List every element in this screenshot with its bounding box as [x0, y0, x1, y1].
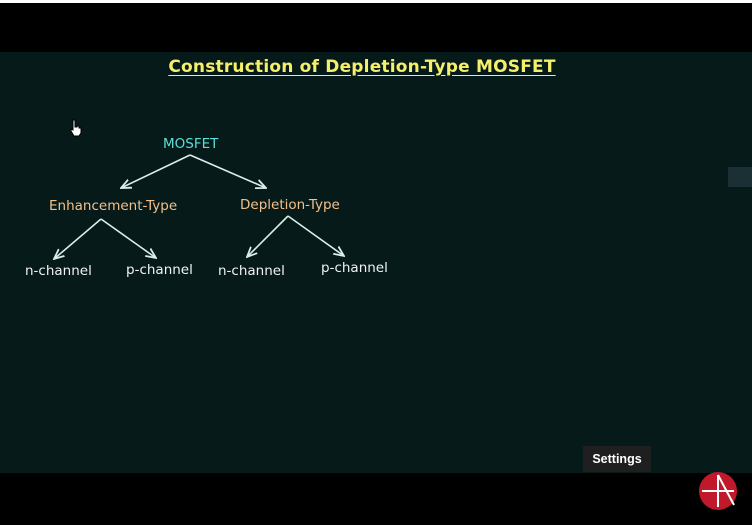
tree-leaf-enh-n-channel: n-channel — [25, 263, 92, 279]
arrow-root-enhancement — [121, 154, 191, 188]
arrow-dep-n — [247, 215, 289, 257]
tree-node-mosfet: MOSFET — [163, 136, 219, 152]
tree-node-depletion: Depletion-Type — [240, 197, 340, 213]
arrow-dep-p — [287, 215, 344, 256]
tree-leaf-enh-p-channel: p-channel — [126, 262, 193, 278]
side-panel-tab[interactable] — [728, 167, 752, 187]
settings-tooltip: Settings — [583, 446, 651, 472]
hand-pointer-cursor-icon — [70, 119, 82, 137]
arrow-enh-n — [54, 218, 102, 259]
tree-leaf-dep-p-channel: p-channel — [321, 260, 388, 276]
video-frame[interactable]: Construction of Depletion-Type MOSFET MO… — [0, 52, 752, 473]
bottom-black-bar — [0, 473, 752, 525]
arrow-root-depletion — [189, 154, 266, 188]
tree-node-enhancement: Enhancement-Type — [49, 198, 178, 214]
arrow-enh-p — [100, 218, 156, 258]
tree-leaf-dep-n-channel: n-channel — [218, 263, 285, 279]
top-edge-line — [0, 0, 752, 3]
top-black-bar — [0, 0, 752, 52]
channel-logo-icon[interactable] — [698, 471, 738, 511]
